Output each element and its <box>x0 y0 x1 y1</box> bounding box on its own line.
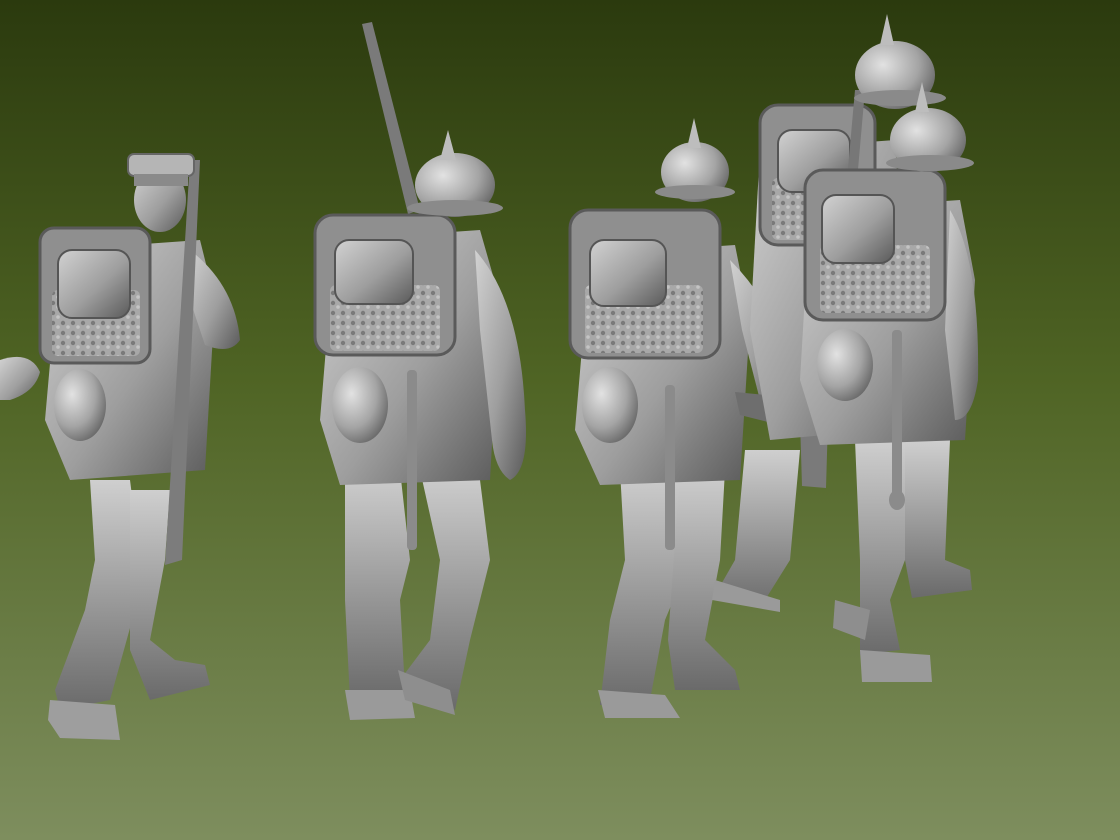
soldier-figures-render <box>0 14 979 740</box>
soldier-figure-2 <box>313 22 526 720</box>
soldier-figure-5 <box>800 82 979 682</box>
soldier-figure-1 <box>0 153 240 740</box>
sculpt-viewport[interactable] <box>0 0 1120 840</box>
